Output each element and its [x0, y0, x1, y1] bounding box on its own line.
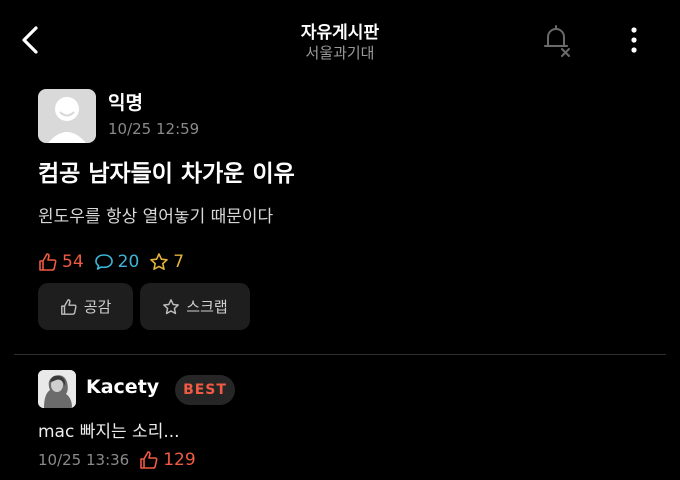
star-icon [163, 298, 180, 314]
like-button-label: 공감 [83, 298, 112, 316]
post-timestamp: 10/25 12:59 [108, 120, 200, 138]
anonymous-avatar [38, 89, 96, 143]
post-title: 컴공 남자들이 차가운 이유 [38, 161, 295, 187]
like-count: 54 [62, 252, 84, 272]
board-title: 자유게시판 [300, 23, 380, 43]
comment-like-stat: 129 [139, 450, 196, 470]
more-vertical-icon [631, 27, 637, 53]
board-subtitle: 서울과기대 [305, 44, 375, 62]
section-divider [14, 354, 666, 355]
comment-timestamp: 10/25 13:36 [38, 451, 130, 469]
comment-meta: 10/25 13:36 129 [38, 449, 196, 471]
speech-bubble-icon [94, 254, 113, 270]
scrap-stat: 7 [149, 252, 184, 272]
comment-stat: 20 [94, 252, 140, 272]
notification-toggle-button[interactable] [540, 22, 574, 58]
scrap-button[interactable]: 스크랩 [140, 283, 250, 330]
comment-author: Kacety [86, 376, 160, 398]
star-icon [150, 253, 169, 271]
like-button[interactable]: 공감 [38, 283, 133, 330]
thumbs-up-icon [140, 451, 158, 469]
post-stats: 54 20 7 [38, 250, 194, 274]
comment-count: 20 [117, 252, 140, 272]
like-stat: 54 [38, 252, 84, 272]
post-author: 익명 [108, 92, 143, 114]
comment-avatar [38, 370, 76, 408]
comment-text: mac 빠지는 소리... [38, 422, 180, 442]
thumbs-up-icon [60, 298, 77, 315]
scrap-count: 7 [173, 252, 185, 272]
bell-off-icon [544, 25, 570, 57]
top-bar: 자유게시판 서울과기대 [0, 0, 680, 80]
post-body: 윈도우를 항상 열어놓기 때문이다 [38, 207, 274, 227]
thumbs-up-icon [39, 253, 57, 271]
scrap-button-label: 스크랩 [186, 298, 228, 316]
comment-like-count: 129 [163, 450, 196, 470]
best-badge: BEST [175, 375, 235, 405]
more-options-button[interactable] [622, 24, 646, 56]
